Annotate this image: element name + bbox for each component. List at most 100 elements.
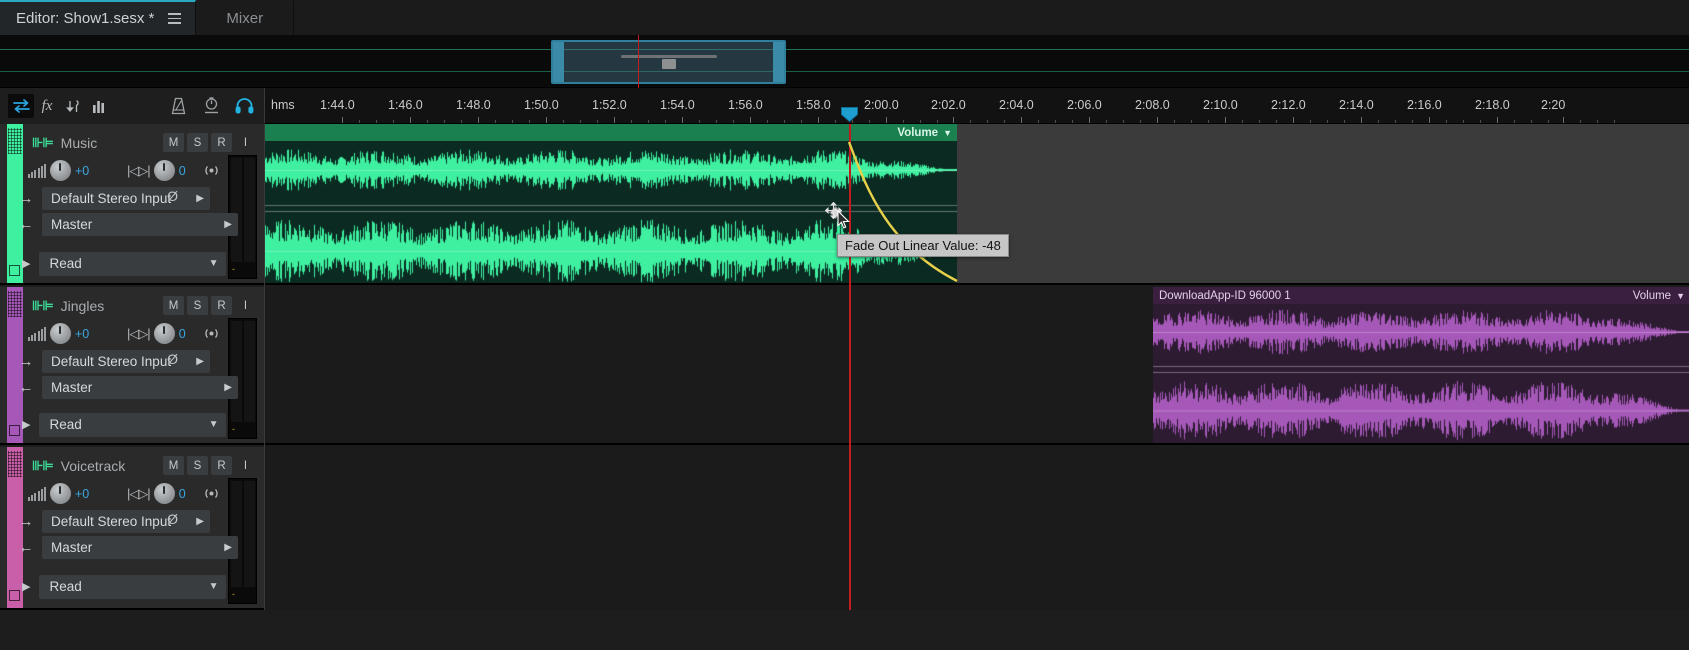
lane-voicetrack[interactable] [265,447,1689,610]
track-header-voicetrack[interactable]: ⊪⊫ Voicetrack M S R I +0 |◁▷| 0 - → Defa… [0,447,264,610]
pan-knob[interactable] [153,323,175,344]
track-header-music[interactable]: ⊪⊫ Music M S R I +0 |◁▷| 0 - → Default S… [0,124,264,285]
track-drag-grip[interactable] [8,291,22,317]
hamburger-icon[interactable] [168,13,182,24]
lane-music[interactable]: Volume ▼ [265,124,1689,285]
send-icon[interactable] [198,160,224,180]
track-title-music[interactable]: ⊪⊫ Music [32,135,97,151]
ruler-subtick [1055,120,1056,123]
pan-value[interactable]: 0 [179,327,199,341]
input-monitor-icon[interactable] [199,93,223,118]
solo-button[interactable]: S [187,133,208,152]
input-monitor-button[interactable]: I [235,296,256,315]
record-arm-button[interactable]: R [211,296,232,315]
tab-mixer[interactable]: Mixer [196,0,295,35]
volume-value[interactable]: +0 [75,327,95,341]
expand-triangle-icon[interactable]: ▶ [22,580,30,593]
track-title-voicetrack[interactable]: ⊪⊫ Voicetrack [32,458,125,474]
waveform-jingles[interactable] [1153,304,1689,443]
pan-value[interactable]: 0 [179,164,199,178]
phase-invert-icon[interactable]: Ø [167,511,178,527]
automation-mode-label: Read [49,417,82,432]
volume-knob[interactable] [49,483,71,504]
metronome-icon[interactable] [166,93,190,118]
clip-envelope-select[interactable]: Volume ▼ [1633,290,1685,302]
navigator-grip[interactable] [620,55,717,58]
send-icon[interactable] [198,323,224,343]
tab-editor[interactable]: Editor: Show1.sesx * [0,0,197,35]
pan-value[interactable]: 0 [179,487,199,501]
record-arm-button[interactable]: R [211,456,232,475]
automation-row-voicetrack: ▶ Read ▼ [22,574,227,599]
timeline-lanes[interactable]: Volume ▼ DownloadApp-ID 96000 1 Volume ▼ [264,124,1689,610]
solo-button[interactable]: S [187,456,208,475]
time-ruler[interactable]: hms 1:44.0 1:46.0 1:48.0 1:50.0 1:52.0 1:54.0… [264,88,1689,124]
navigator-viewport[interactable] [551,40,786,84]
phase-invert-icon[interactable]: Ø [167,188,178,204]
clip-music[interactable]: Volume ▼ [265,124,957,283]
ruler-subtick [1378,120,1379,123]
track-drag-grip[interactable] [8,128,22,154]
zoom-navigator[interactable] [0,35,1689,88]
levels-tool-icon[interactable] [86,94,112,118]
track-name-label: Jingles [60,298,105,314]
ruler-subtick [393,120,394,123]
track-header-jingles[interactable]: ⊪⊫ Jingles M S R I +0 |◁▷| 0 - → Default… [0,287,264,445]
chevron-right-icon: ▶ [224,541,232,553]
clip-jingles[interactable]: DownloadApp-ID 96000 1 Volume ▼ [1153,287,1689,443]
expand-triangle-icon[interactable]: ▶ [22,418,30,431]
volume-pan-row-music: +0 |◁▷| 0 [28,160,199,181]
automation-mode-select[interactable]: Read ▼ [39,251,227,276]
output-select[interactable]: Master ▶ [42,535,238,559]
slip-tool-icon[interactable] [60,94,86,118]
expand-triangle-icon[interactable]: ▶ [22,257,30,270]
waveform-icon: ⊪⊫ [32,298,54,313]
pan-knob[interactable] [153,483,175,504]
track-title-jingles[interactable]: ⊪⊫ Jingles [32,298,104,314]
volume-value[interactable]: +0 [75,487,95,501]
pan-icon: |◁▷| [126,162,151,178]
playhead-marker[interactable] [841,107,858,123]
input-select[interactable]: Default Stereo Input ▶ [42,349,210,373]
waveform-music[interactable] [265,141,957,283]
input-select[interactable]: Default Stereo Input ▶ [42,186,210,210]
automation-mode-select[interactable]: Read ▼ [39,412,227,437]
send-icon[interactable] [198,483,224,503]
pan-knob[interactable] [153,160,175,181]
output-label: Master [51,539,93,555]
mute-button[interactable]: M [163,133,184,152]
navigator-center-handle[interactable] [661,59,676,69]
meter-scale-label: - [232,264,235,274]
navigator-left-handle[interactable] [553,42,564,82]
lane-jingles[interactable]: DownloadApp-ID 96000 1 Volume ▼ [265,287,1689,445]
move-tool-icon[interactable] [8,94,34,118]
clip-header-music[interactable]: Volume ▼ [265,124,957,141]
clip-envelope-select[interactable]: Volume ▼ [897,127,952,139]
volume-knob[interactable] [49,160,71,181]
mute-button[interactable]: M [163,456,184,475]
headphones-icon[interactable] [232,93,256,118]
track-color-swatch[interactable] [9,590,20,601]
volume-value[interactable]: +0 [75,164,95,178]
mute-button[interactable]: M [163,296,184,315]
record-arm-button[interactable]: R [211,133,232,152]
fx-tool-icon[interactable]: fx [34,94,60,118]
solo-button[interactable]: S [187,296,208,315]
automation-mode-select[interactable]: Read ▼ [39,574,227,599]
output-select[interactable]: Master ▶ [42,212,238,236]
track-color-swatch[interactable] [9,265,20,276]
navigator-right-handle[interactable] [773,42,784,82]
timeline-playhead[interactable] [849,124,851,610]
input-select[interactable]: Default Stereo Input ▶ [42,509,210,533]
input-monitor-button[interactable]: I [235,133,256,152]
tool-button-group: fx [8,94,112,118]
chevron-right-icon: ▶ [196,192,204,204]
track-drag-grip[interactable] [8,451,22,477]
clip-header-jingles[interactable]: DownloadApp-ID 96000 1 Volume ▼ [1153,287,1689,304]
ruler-subtick [1191,120,1192,123]
track-color-swatch[interactable] [9,425,20,436]
volume-knob[interactable] [49,323,71,344]
phase-invert-icon[interactable]: Ø [167,351,178,367]
output-select[interactable]: Master ▶ [42,375,238,399]
input-monitor-button[interactable]: I [235,456,256,475]
